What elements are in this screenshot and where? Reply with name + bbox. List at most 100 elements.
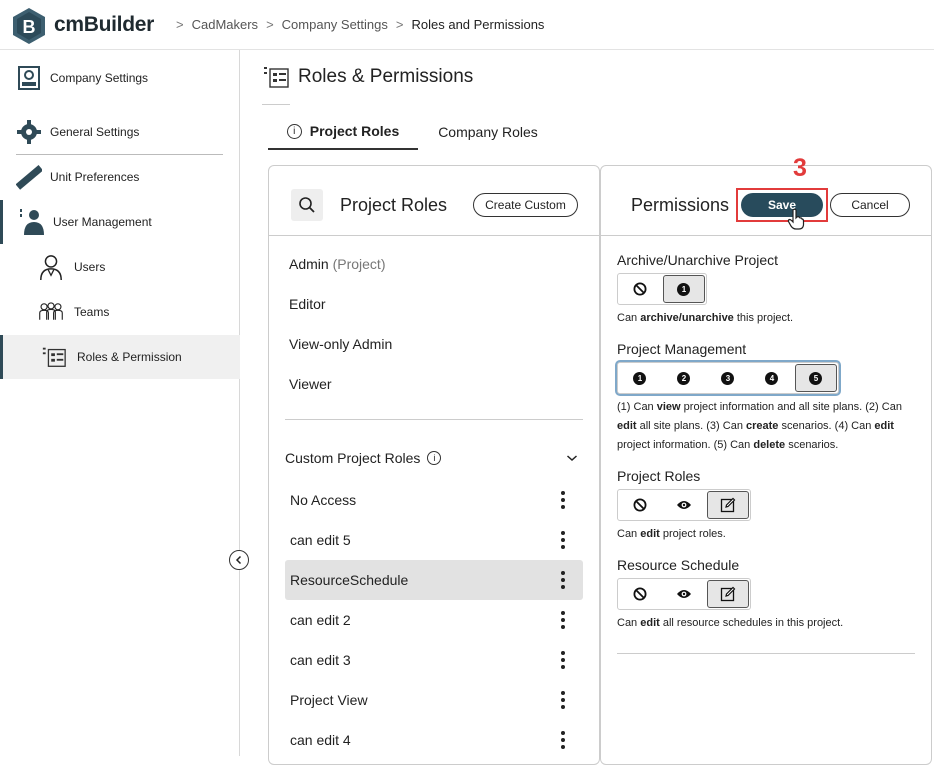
level-1-option[interactable]: 1	[619, 364, 661, 392]
gear-icon	[16, 119, 42, 145]
more-options-icon[interactable]	[556, 689, 570, 711]
no-access-icon[interactable]	[619, 580, 661, 608]
app-logo-icon[interactable]: B	[12, 7, 46, 45]
more-options-icon[interactable]	[556, 489, 570, 511]
role-item-admin[interactable]: Admin (Project)	[289, 256, 385, 272]
breadcrumb-item-cadmakers[interactable]: CadMakers	[192, 17, 258, 32]
level-1-icon: 1	[677, 282, 691, 296]
custom-role-row[interactable]: Project View	[285, 680, 583, 720]
user-icon	[38, 254, 64, 281]
custom-role-row-selected[interactable]: ResourceSchedule	[285, 560, 583, 600]
sidebar-item-teams[interactable]: Teams	[0, 290, 240, 334]
create-custom-button[interactable]: Create Custom	[473, 193, 578, 217]
breadcrumb-separator: >	[176, 17, 184, 32]
more-options-icon[interactable]	[556, 609, 570, 631]
level-5-option[interactable]: 5	[794, 364, 838, 392]
project-roles-permission-selector[interactable]	[617, 489, 751, 521]
perm-group-description: Can edit all resource schedules in this …	[617, 617, 844, 629]
no-access-icon[interactable]	[619, 491, 661, 519]
permissions-divider	[617, 653, 915, 654]
team-icon	[38, 299, 64, 325]
roles-icon	[41, 344, 67, 370]
edit-pencil-icon[interactable]	[706, 580, 749, 608]
tab-project-roles[interactable]: i Project Roles	[268, 114, 418, 150]
breadcrumb-item-current: Roles and Permissions	[411, 17, 545, 32]
role-item-view-only-admin[interactable]: View-only Admin	[289, 336, 392, 352]
more-options-icon[interactable]	[556, 569, 570, 591]
breadcrumb-separator: >	[266, 17, 274, 32]
permissions-panel: Permissions 3 Save Cancel Archive/Unarch…	[600, 154, 932, 765]
chevron-left-icon[interactable]	[229, 550, 249, 570]
tab-label: Project Roles	[309, 123, 400, 139]
user-management-icon	[19, 209, 45, 235]
edit-pencil-icon[interactable]	[706, 491, 749, 519]
perm-group-description: Can edit project roles.	[617, 528, 726, 540]
custom-role-name: can edit 5	[290, 532, 351, 548]
no-access-icon[interactable]	[619, 275, 661, 303]
level-3-option[interactable]: 3	[707, 364, 749, 392]
sidebar-item-users[interactable]: Users	[0, 245, 240, 289]
app-name: cmBuilder	[54, 13, 154, 36]
role-item-viewer[interactable]: Viewer	[289, 376, 332, 392]
role-suffix: (Project)	[332, 256, 386, 272]
level-1-icon: 1	[633, 371, 647, 385]
perm-group-title: Archive/Unarchive Project	[617, 252, 779, 268]
custom-role-name: can edit 2	[290, 612, 351, 628]
sidebar-item-label: Users	[74, 260, 106, 274]
hand-cursor-icon	[787, 208, 805, 235]
level-4-option[interactable]: 4	[751, 364, 793, 392]
sidebar-item-general-settings[interactable]: General Settings	[0, 110, 240, 154]
sidebar-item-unit-preferences[interactable]: Unit Preferences	[0, 155, 240, 199]
title-divider	[262, 104, 290, 105]
custom-roles-heading[interactable]: Custom Project Roles i	[285, 450, 442, 466]
roles-panel-title: Project Roles	[340, 195, 448, 215]
chevron-down-icon[interactable]	[566, 450, 578, 466]
sidebar-item-label: Roles & Permission	[77, 350, 182, 364]
archive-permission-selector[interactable]: 1	[617, 273, 707, 305]
sidebar-item-label: General Settings	[50, 125, 140, 139]
search-button[interactable]	[291, 189, 323, 221]
project-management-permission-selector[interactable]: 1 2 3 4 5	[617, 362, 839, 394]
role-name: Viewer	[289, 376, 332, 392]
level-4-icon: 4	[765, 371, 779, 385]
sidebar: Company Settings General Settings Unit P…	[0, 50, 249, 756]
sidebar-item-user-management[interactable]: User Management	[0, 200, 240, 244]
breadcrumb-item-company-settings[interactable]: Company Settings	[282, 17, 388, 32]
sidebar-item-label: Teams	[74, 305, 110, 319]
level-5-icon: 5	[809, 371, 823, 385]
permissions-title: Permissions	[631, 195, 730, 215]
role-item-editor[interactable]: Editor	[289, 296, 326, 312]
perm-group-description: Can archive/unarchive this project.	[617, 312, 794, 324]
perm-group-description: (1) Can view project information and all…	[617, 401, 902, 451]
resource-schedule-permission-selector[interactable]	[617, 578, 751, 610]
cancel-button[interactable]: Cancel	[830, 193, 910, 217]
perm-group-title: Resource Schedule	[617, 557, 740, 573]
more-options-icon[interactable]	[556, 729, 570, 751]
level-3-icon: 3	[721, 371, 735, 385]
level-2-option[interactable]: 2	[663, 364, 705, 392]
role-name: View-only Admin	[289, 336, 393, 352]
top-bar: B cmBuilder > CadMakers > Company Settin…	[0, 0, 934, 50]
view-eye-icon[interactable]	[663, 580, 705, 608]
more-options-icon[interactable]	[556, 649, 570, 671]
custom-role-row[interactable]: can edit 2	[285, 600, 583, 640]
page-title-icon	[262, 62, 290, 92]
custom-role-row[interactable]: can edit 4	[285, 720, 583, 760]
sidebar-item-company-settings[interactable]: Company Settings	[0, 56, 240, 100]
view-eye-icon[interactable]	[663, 491, 705, 519]
level-1-option[interactable]: 1	[662, 275, 705, 303]
company-settings-icon	[16, 65, 42, 91]
tab-company-roles[interactable]: Company Roles	[418, 114, 558, 150]
custom-role-row[interactable]: can edit 5	[285, 520, 583, 560]
sidebar-item-roles-permission[interactable]: Roles & Permission	[0, 335, 240, 379]
ruler-icon	[16, 164, 42, 190]
roles-divider	[285, 419, 583, 420]
perm-group-title: Project Management	[617, 341, 747, 357]
perm-group-title: Project Roles	[617, 468, 701, 484]
sidebar-item-label: Company Settings	[50, 71, 149, 85]
custom-role-row[interactable]: No Access	[285, 480, 583, 520]
permissions-panel-header: Permissions 3 Save Cancel	[601, 154, 931, 236]
custom-role-row[interactable]: can edit 3	[285, 640, 583, 680]
more-options-icon[interactable]	[556, 529, 570, 551]
save-button[interactable]: Save	[741, 193, 823, 217]
